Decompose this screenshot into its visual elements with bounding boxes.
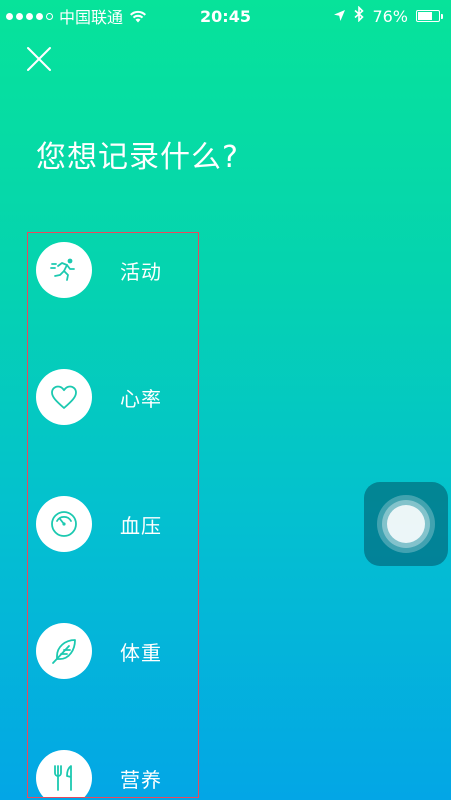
option-label: 体重 [120,640,162,665]
page-title: 您想记录什么? [36,140,239,175]
option-activity[interactable]: 活动 [36,242,162,298]
wifi-icon [129,10,147,23]
record-options-list: 活动 心率 血压 体重 营养 [27,232,199,798]
battery-percent: 76% [372,6,408,26]
assistive-touch-icon [377,495,435,553]
option-label: 营养 [120,767,162,792]
battery-icon [416,10,443,22]
feather-icon [49,636,79,666]
option-label: 活动 [120,259,162,284]
battery-fill [418,12,432,20]
option-icon-circle [36,623,92,679]
running-icon [49,255,79,285]
option-icon-circle [36,242,92,298]
status-right: 76% [333,5,451,26]
status-bar: 中国联通 20:45 76% [0,0,451,32]
option-label: 心率 [120,386,162,411]
assistive-touch-button[interactable] [364,482,448,566]
signal-strength-icon [6,12,53,20]
bluetooth-icon [354,5,365,26]
option-blood-pressure[interactable]: 血压 [36,496,162,552]
location-arrow-icon [333,7,346,26]
option-nutrition[interactable]: 营养 [36,750,162,797]
option-icon-circle [36,750,92,797]
close-button[interactable] [26,46,52,72]
status-left: 中国联通 [0,4,147,28]
heart-icon [50,384,78,410]
option-label: 血压 [120,513,162,538]
close-icon [26,46,52,72]
status-time: 20:45 [200,6,251,26]
option-icon-circle [36,496,92,552]
carrier-name: 中国联通 [59,8,124,27]
option-heart-rate[interactable]: 心率 [36,369,162,425]
option-weight[interactable]: 体重 [36,623,162,679]
fork-knife-icon [50,763,78,793]
option-icon-circle [36,369,92,425]
gauge-icon [49,509,79,539]
